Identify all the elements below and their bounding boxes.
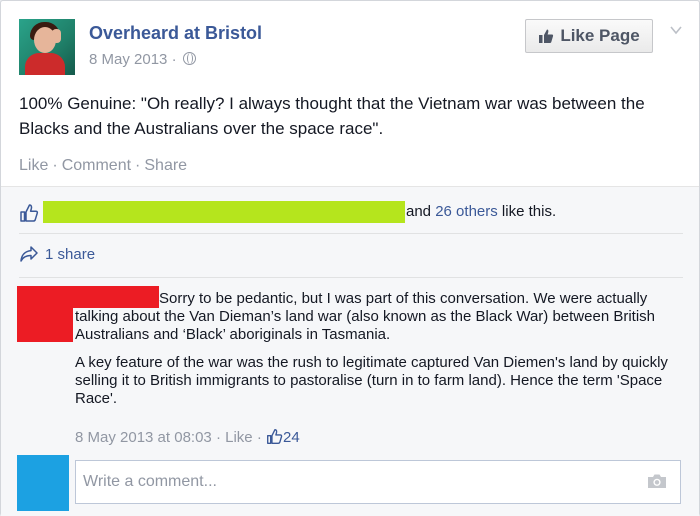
post-actions: Like · Comment · Share	[19, 157, 187, 175]
divider	[19, 233, 683, 234]
current-user-avatar	[17, 455, 69, 511]
comment-link[interactable]: Comment	[62, 157, 131, 174]
likes-text: and 26 others like this.	[406, 203, 556, 220]
post-date: 8 May 2013 ·	[89, 51, 196, 68]
thumbs-up-icon	[539, 29, 554, 43]
thumbs-up-icon	[267, 429, 283, 444]
comment: Sorry to be pedantic, but I was part of …	[17, 286, 683, 451]
comment-input[interactable]	[75, 460, 681, 504]
feedback-section: and 26 others like this. 1 share Sorry t…	[1, 186, 699, 516]
comment-paragraph: Sorry to be pedantic, but I was part of …	[75, 290, 656, 343]
likes-and: and	[406, 203, 432, 220]
likes-others-link[interactable]: 26 others	[435, 203, 498, 220]
redacted-names	[43, 201, 405, 223]
post-card: Overheard at Bristol 8 May 2013 · Like P…	[0, 0, 700, 516]
meta-separator: ·	[256, 429, 262, 446]
meta-separator: ·	[215, 429, 221, 446]
share-link[interactable]: Share	[144, 157, 187, 174]
shares-link[interactable]: 1 share	[19, 245, 95, 263]
like-page-button[interactable]: Like Page	[525, 19, 653, 53]
shares-count: 1 share	[45, 246, 96, 263]
date-separator: ·	[171, 51, 177, 68]
post-message: 100% Genuine: "Oh really? I always thoug…	[19, 94, 645, 138]
write-comment-row	[17, 455, 683, 513]
divider	[19, 277, 683, 278]
page-avatar[interactable]	[19, 19, 75, 75]
like-link[interactable]: Like	[19, 157, 48, 174]
camera-icon[interactable]	[647, 473, 667, 489]
post-date-link[interactable]: 8 May 2013	[89, 51, 167, 68]
chevron-down-icon[interactable]	[669, 23, 683, 37]
action-separator: ·	[135, 157, 141, 174]
comment-like-count[interactable]: 24	[283, 429, 300, 446]
comment-body: Sorry to be pedantic, but I was part of …	[75, 290, 685, 408]
action-separator: ·	[52, 157, 58, 174]
thumbs-up-icon	[20, 204, 39, 222]
post-header: Overheard at Bristol 8 May 2013 · Like P…	[19, 19, 683, 77]
redacted-commenter-avatar	[17, 286, 73, 342]
comment-like-link[interactable]: Like	[225, 429, 253, 446]
likes-summary: and 26 others like this.	[19, 201, 683, 225]
likes-suffix: like this.	[501, 203, 557, 220]
page-name-link[interactable]: Overheard at Bristol	[89, 23, 262, 44]
comment-meta: 8 May 2013 at 08:03 · Like · 24	[75, 428, 300, 446]
share-arrow-icon	[20, 246, 38, 262]
comment-timestamp[interactable]: 8 May 2013 at 08:03	[75, 429, 212, 446]
globe-icon	[182, 52, 196, 65]
comment-paragraph: A key feature of the war was the rush to…	[75, 354, 668, 407]
like-page-label: Like Page	[560, 26, 640, 45]
